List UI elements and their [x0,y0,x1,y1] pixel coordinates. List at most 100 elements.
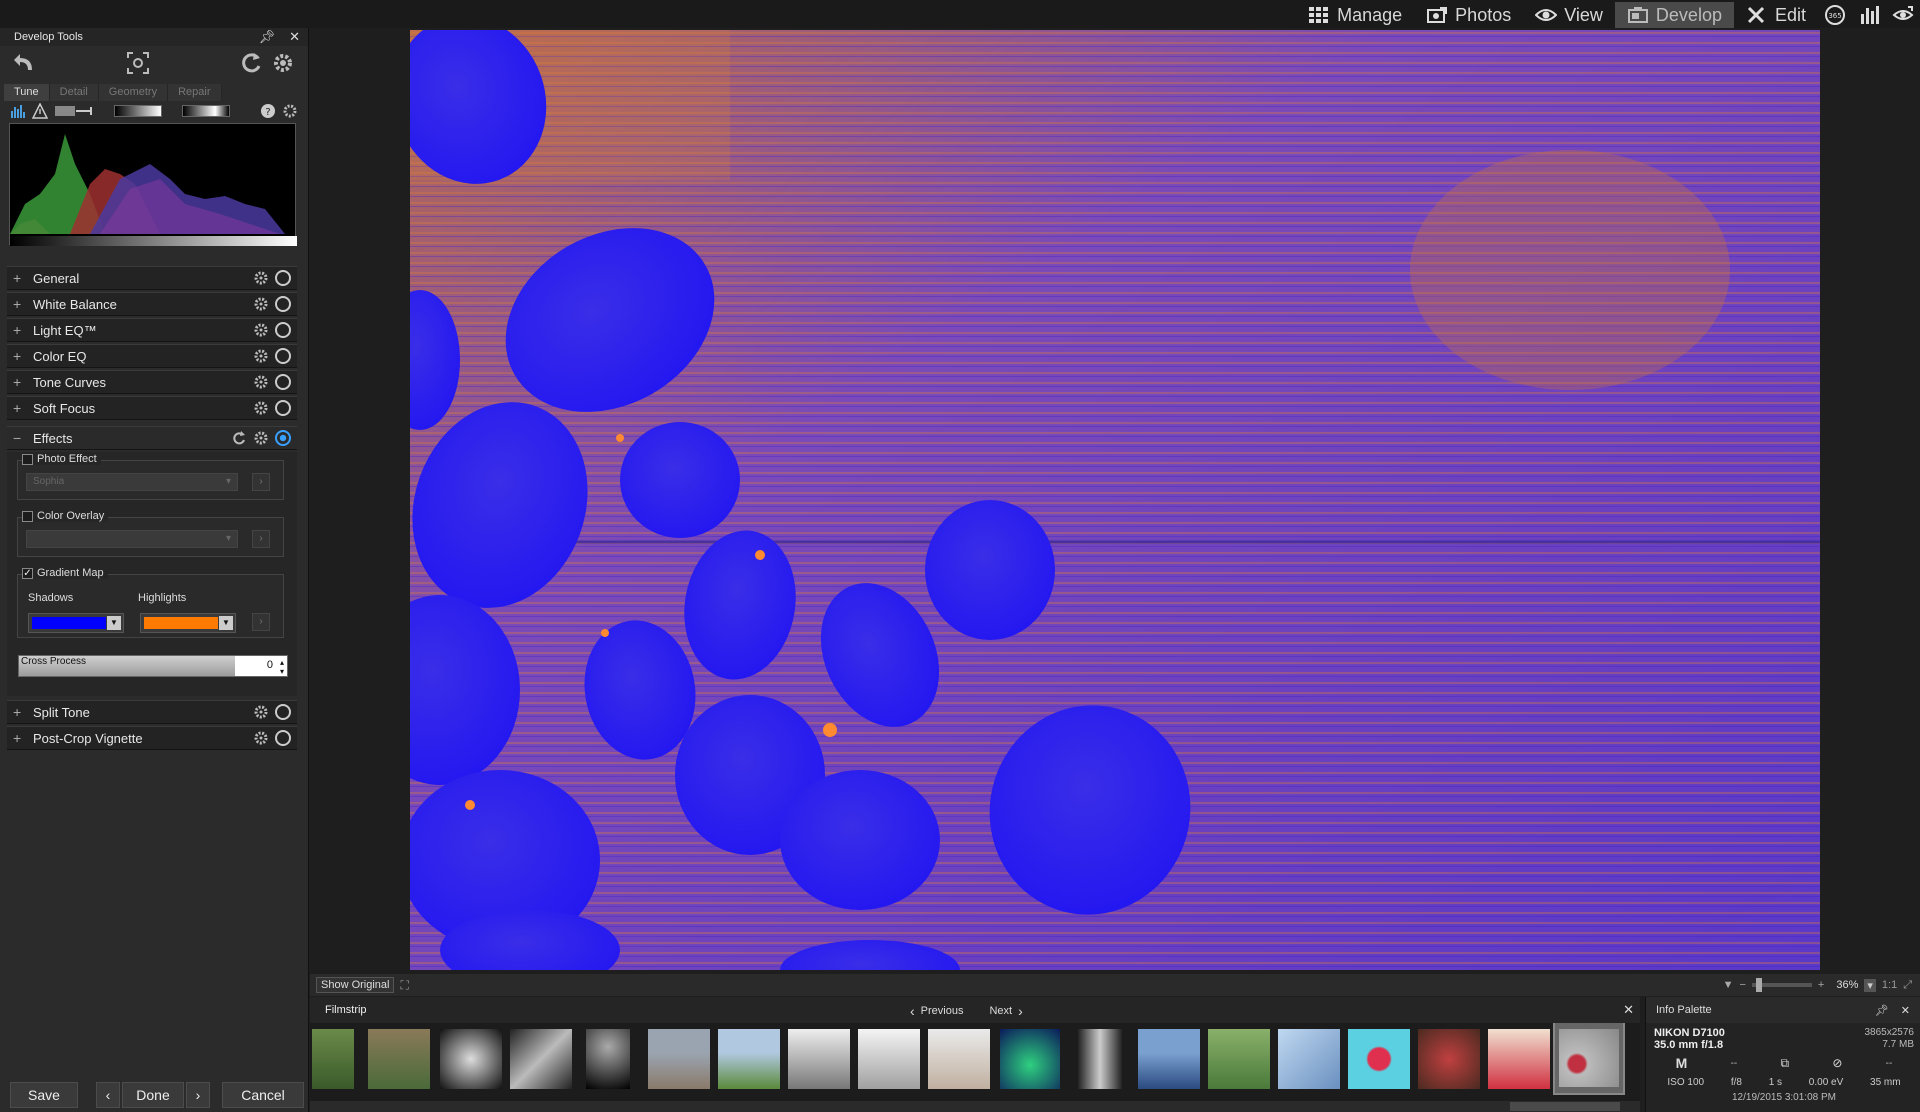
previous-button[interactable]: Previous [921,1005,964,1017]
thumbnail[interactable] [312,1029,354,1089]
thumbnail[interactable] [1078,1029,1122,1089]
section-soft-focus[interactable]: + Soft Focus [7,396,297,420]
section-split-tone[interactable]: + Split Tone [7,700,297,724]
pin-icon[interactable]: 📌︎ [1875,1004,1889,1017]
thumbnail[interactable] [1418,1029,1480,1089]
toggle-ring-icon[interactable] [275,296,291,312]
gear-icon[interactable] [253,704,269,720]
actual-size-button[interactable]: 1:1 [1882,979,1897,991]
color-overlay-select[interactable]: ▾ [26,530,238,548]
toggle-ring-icon[interactable] [275,374,291,390]
toggle-ring-icon[interactable] [275,348,291,364]
cross-process-slider[interactable]: Cross Process 0 ▴ ▾ [18,655,288,677]
gradient-map-more-button[interactable]: › [252,613,270,631]
tab-detail[interactable]: Detail [49,84,99,101]
view-button[interactable]: View [1523,2,1615,28]
thumbnail[interactable] [440,1029,502,1089]
histogram-icon[interactable] [10,103,26,119]
shadows-color-picker[interactable]: ▼ [28,613,124,633]
section-general[interactable]: + General [7,266,297,290]
tab-tune[interactable]: Tune [4,84,50,101]
thumbnail[interactable] [1138,1029,1200,1089]
photo-effect-more-button[interactable]: › [252,473,270,491]
section-color-eq[interactable]: + Color EQ [7,344,297,368]
gear-icon[interactable] [253,400,269,416]
thumbnail[interactable] [858,1029,920,1089]
scrollbar-thumb[interactable] [1510,1102,1620,1111]
section-white-balance[interactable]: + White Balance [7,292,297,316]
thumbnail[interactable] [1348,1029,1410,1089]
gradient-map-checkbox[interactable]: ✓ [22,567,33,579]
settings-gear-icon[interactable] [270,50,296,76]
toggle-ring-icon[interactable] [275,400,291,416]
thumbnail[interactable] [368,1029,430,1089]
toggle-ring-icon[interactable] [275,730,291,746]
zoom-dropdown-icon[interactable]: ▾ [1864,978,1876,992]
filmstrip-scrollbar[interactable] [310,1101,1640,1112]
gradient-dark-to-light[interactable] [114,105,162,117]
zoom-in-icon[interactable]: + [1818,979,1824,991]
gear-icon[interactable] [253,430,269,446]
section-light-eq[interactable]: + Light EQ™ [7,318,297,342]
undo-icon[interactable] [12,50,38,76]
chevron-right-icon[interactable]: › [1018,1003,1023,1019]
color-overlay-more-button[interactable]: › [252,530,270,548]
gear-icon[interactable] [253,730,269,746]
toggle-ring-on-icon[interactable] [275,430,291,446]
develop-button[interactable]: Develop [1614,2,1734,28]
section-post-crop-vignette[interactable]: + Post-Crop Vignette [7,726,297,750]
thumbnail[interactable] [1208,1029,1270,1089]
cancel-button[interactable]: Cancel [222,1082,304,1108]
thumbnail[interactable] [586,1029,630,1089]
edited-photo[interactable] [410,30,1820,970]
fit-expand-icon[interactable]: ⤢ [1903,979,1912,992]
edit-button[interactable]: Edit [1734,2,1818,28]
thumbnail[interactable] [1278,1029,1340,1089]
thumbnail[interactable] [648,1029,710,1089]
tab-repair[interactable]: Repair [168,84,222,101]
next-button[interactable]: Next [989,1005,1012,1017]
thumbnail[interactable] [510,1029,572,1089]
close-icon[interactable]: ✕ [1901,1004,1910,1017]
zoom-slider[interactable] [1751,978,1812,992]
reset-icon[interactable] [231,430,247,446]
toggle-ring-icon[interactable] [275,704,291,720]
section-effects[interactable]: − Effects [7,426,297,450]
photos-button[interactable]: Photos [1414,2,1523,28]
zoom-slider-thumb[interactable] [1755,978,1762,992]
toggle-ring-icon[interactable] [275,270,291,286]
thumbnail[interactable] [718,1029,780,1089]
show-original-button[interactable]: Show Original [316,977,395,993]
thumbnail-selected[interactable] [1553,1023,1625,1095]
highlights-color-picker[interactable]: ▼ [140,613,236,633]
chevron-left-icon[interactable]: ‹ [910,1003,915,1019]
fullscreen-icon[interactable]: ⛶ [400,978,408,993]
close-icon[interactable]: ✕ [289,29,300,45]
filmstrip-close-icon[interactable]: ✕ [1623,1002,1634,1018]
thumbnail[interactable] [1000,1029,1060,1089]
reset-icon[interactable] [238,50,264,76]
help-icon[interactable]: ? [260,103,276,119]
photo-effect-select[interactable]: Sophia ▾ [26,473,238,491]
spinner-icon[interactable]: ▴ ▾ [280,658,284,676]
sync-eye-button[interactable] [1886,2,1920,28]
done-button[interactable]: Done [122,1082,184,1108]
gradient-highlight[interactable] [182,105,230,117]
filter-dropdown-icon[interactable]: ▼ [1723,979,1734,991]
levels-icon[interactable] [54,104,94,118]
focus-frame-icon[interactable] [125,50,151,76]
zoom-out-icon[interactable]: − [1739,979,1745,991]
tab-geometry[interactable]: Geometry [98,84,169,101]
save-button[interactable]: Save [10,1082,78,1108]
warning-icon[interactable] [32,103,48,119]
thumbnail[interactable] [1488,1029,1550,1089]
section-tone-curves[interactable]: + Tone Curves [7,370,297,394]
gear-icon[interactable] [253,348,269,364]
acdsee-365-button[interactable]: 365 [1818,2,1852,28]
gear-icon[interactable] [253,374,269,390]
gear-icon[interactable] [253,270,269,286]
pin-icon[interactable]: 📌︎ [259,29,276,45]
photo-effect-checkbox[interactable] [22,453,33,465]
cross-process-value-field[interactable]: 0 ▴ ▾ [235,656,287,676]
previous-image-button[interactable]: ‹ [96,1082,120,1108]
